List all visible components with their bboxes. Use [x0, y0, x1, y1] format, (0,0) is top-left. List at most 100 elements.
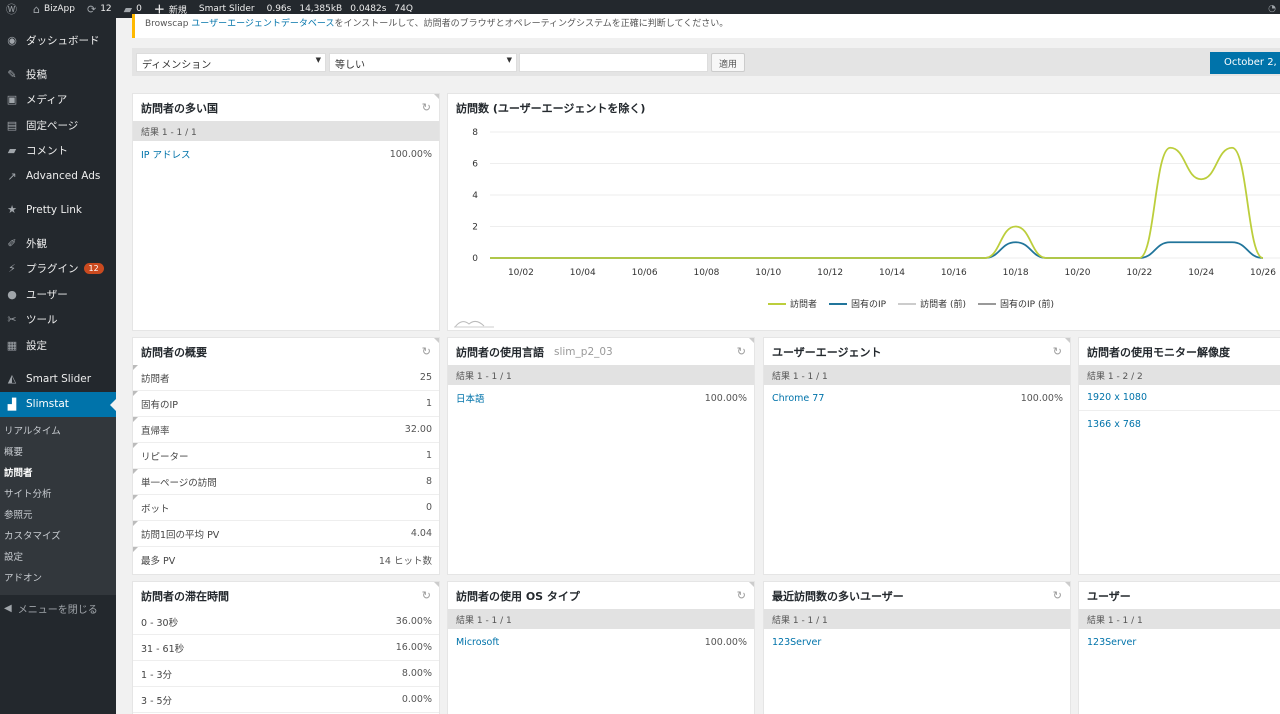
sidebar-item-appearance[interactable]: ✐ 外観: [0, 231, 116, 257]
table-row: 最多 PV 14 ヒット数: [133, 547, 439, 573]
date-range-button[interactable]: October 2, 2019: [1210, 52, 1280, 74]
sidebar-item-pages[interactable]: ▤ 固定ページ: [0, 113, 116, 139]
table-row: 訪問者 25: [133, 365, 439, 391]
comment-icon: ▰: [7, 144, 17, 158]
sidebar-item-tools[interactable]: ✂ ツール: [0, 307, 116, 333]
list-item: 123Server: [764, 629, 1070, 655]
sidebar-item-pretty-link[interactable]: ★ Pretty Link: [0, 197, 116, 223]
panel-title: ユーザー: [1087, 589, 1131, 603]
legend-item[interactable]: 訪問者: [768, 297, 817, 310]
apply-button[interactable]: 適用: [711, 53, 746, 72]
row-link[interactable]: 123Server: [1087, 637, 1136, 648]
row-link[interactable]: Chrome 77: [772, 393, 824, 404]
comment-icon: ▰: [123, 2, 133, 16]
filter-value-input[interactable]: [519, 53, 708, 72]
updates-link[interactable]: ⟳ 12: [81, 0, 118, 18]
submenu-overview[interactable]: 概要: [0, 442, 116, 463]
slider-icon: ◭: [7, 372, 17, 386]
sidebar-item-slimstat[interactable]: ▟ Slimstat: [0, 391, 116, 417]
row-link[interactable]: 日本語: [456, 391, 485, 405]
sidebar-item-dashboard[interactable]: ◉ ダッシュボード: [0, 28, 116, 54]
submenu-referrers[interactable]: 参照元: [0, 505, 116, 526]
refresh-icon[interactable]: ↻: [422, 589, 431, 602]
row-link[interactable]: 123Server: [772, 637, 821, 648]
submenu-addons[interactable]: アドオン: [0, 568, 116, 589]
operator-select[interactable]: 等しい ▼: [329, 53, 517, 72]
refresh-icon[interactable]: ↻: [1053, 345, 1062, 358]
browscap-link[interactable]: ユーザーエージェントデータベース: [191, 19, 334, 29]
table-row: 3 - 5分 0.00%: [133, 687, 439, 713]
sidebar-item-comments[interactable]: ▰ コメント: [0, 138, 116, 164]
media-icon: ▣: [6, 93, 18, 107]
y-tick-label: 4: [472, 191, 478, 201]
sidebar-item-media[interactable]: ▣ メディア: [0, 87, 116, 113]
list-item: IP アドレス 100.00%: [141, 147, 432, 162]
panel-visitor-overview: 訪問者の概要 ↻ 訪問者 25 固有のIP 1 直帰率 32.00 リピーター 1 単一ペ…: [132, 337, 440, 575]
submenu-customize[interactable]: カスタマイズ: [0, 526, 116, 547]
wp-logo-button[interactable]: Ⓦ: [0, 0, 27, 18]
x-tick-label: 10/26: [1250, 268, 1276, 278]
collapse-menu-button[interactable]: ◀ メニューを閉じる: [0, 595, 116, 621]
row-link[interactable]: 1920 x 1080: [1087, 392, 1147, 403]
refresh-icon[interactable]: ↻: [422, 345, 431, 358]
panel-title: 最近訪問数の多いユーザー: [772, 589, 904, 603]
visits-line-chart: 0 2 4 6 8 10/02 10/04 10/06 10/08 10/10 10/12 10/14…: [472, 128, 1280, 278]
row-link[interactable]: Microsoft: [456, 637, 499, 648]
submenu-realtime[interactable]: リアルタイム: [0, 421, 116, 442]
chart-thumbnail-icon: [454, 320, 494, 328]
list-item: Chrome 77 100.00%: [772, 392, 1063, 404]
submenu-site-analysis[interactable]: サイト分析: [0, 484, 116, 505]
refresh-icon[interactable]: ↻: [737, 589, 746, 602]
y-tick-label: 8: [472, 128, 478, 138]
row-link[interactable]: 1366 x 768: [1087, 419, 1141, 430]
refresh-icon[interactable]: ↻: [737, 345, 746, 358]
row-link[interactable]: IP アドレス: [141, 147, 191, 161]
refresh-icon[interactable]: ↻: [422, 101, 431, 114]
sidebar-item-settings[interactable]: ▦ 設定: [0, 333, 116, 359]
pin-icon: ✎: [7, 67, 17, 81]
sidebar-item-plugins[interactable]: ⚡ プラグイン 12: [0, 256, 116, 282]
sidebar-item-posts[interactable]: ✎ 投稿: [0, 62, 116, 88]
legend-swatch: [898, 302, 917, 305]
list-item: Microsoft 100.00%: [456, 636, 747, 648]
panel-recent-top-users: 最近訪問数の多いユーザー ↻ 結果 1 - 1 / 1 123Server: [763, 581, 1071, 714]
x-tick-label: 10/12: [817, 268, 843, 278]
site-name-link[interactable]: ⌂ BizApp: [27, 0, 81, 18]
sidebar-item-smart-slider[interactable]: ◭ Smart Slider: [0, 366, 116, 392]
user-icon: ◔: [1268, 4, 1276, 14]
legend-item[interactable]: 固有のIP: [829, 297, 886, 310]
list-item: 1920 x 1080: [1079, 385, 1280, 411]
chart-icon: ↗: [7, 169, 17, 183]
sidebar-item-advanced-ads[interactable]: ↗ Advanced Ads: [0, 164, 116, 190]
dropdown-caret-icon: ▼: [506, 56, 512, 64]
panel-title: 訪問者の滞在時間: [141, 589, 229, 603]
settings-icon: ▦: [6, 338, 18, 352]
dimension-select[interactable]: ディメンション ▼: [136, 53, 326, 72]
home-icon: ⌂: [33, 2, 40, 16]
panel-title: 訪問者の多い国: [141, 101, 218, 115]
table-row: 固有のIP 1: [133, 391, 439, 417]
series-line-0: [489, 146, 1264, 259]
sidebar-item-users[interactable]: ● ユーザー: [0, 282, 116, 308]
legend-label: 訪問者: [790, 300, 818, 310]
results-count: 結果 1 - 1 / 1: [448, 609, 754, 629]
submenu-visitors[interactable]: 訪問者: [0, 463, 116, 484]
panel-title: ユーザーエージェント: [772, 345, 882, 359]
legend-item[interactable]: 固有のIP (前): [978, 297, 1054, 310]
panel-operating-systems: 訪問者の使用 OS タイプ ↻ 結果 1 - 1 / 1 Microsoft 100…: [447, 581, 755, 714]
legend-swatch: [768, 302, 786, 305]
admin-sidebar: ◉ ダッシュボード ✎ 投稿 ▣ メディア ▤ 固定ページ ▰ コメント ↗ Advance…: [0, 18, 116, 714]
table-row: ボット 0: [133, 495, 439, 521]
submenu-settings[interactable]: 設定: [0, 547, 116, 568]
collapse-arrow-icon: ◀: [4, 602, 12, 614]
results-count: 結果 1 - 1 / 1: [764, 609, 1070, 629]
panel-users: ユーザー 結果 1 - 1 / 1 123Server: [1078, 581, 1280, 714]
dropdown-caret-icon: ▼: [315, 56, 321, 64]
legend-item[interactable]: 訪問者 (前): [898, 297, 966, 310]
x-tick-label: 10/16: [941, 268, 967, 278]
refresh-icon[interactable]: ↻: [1053, 589, 1062, 602]
x-tick-label: 10/18: [1003, 268, 1029, 278]
panel-top-countries: 訪問者の多い国 ↻ 結果 1 - 1 / 1 IP アドレス 100.00%: [132, 93, 440, 331]
wrench-icon: ✂: [7, 313, 17, 327]
legend-label: 訪問者 (前): [920, 300, 966, 310]
